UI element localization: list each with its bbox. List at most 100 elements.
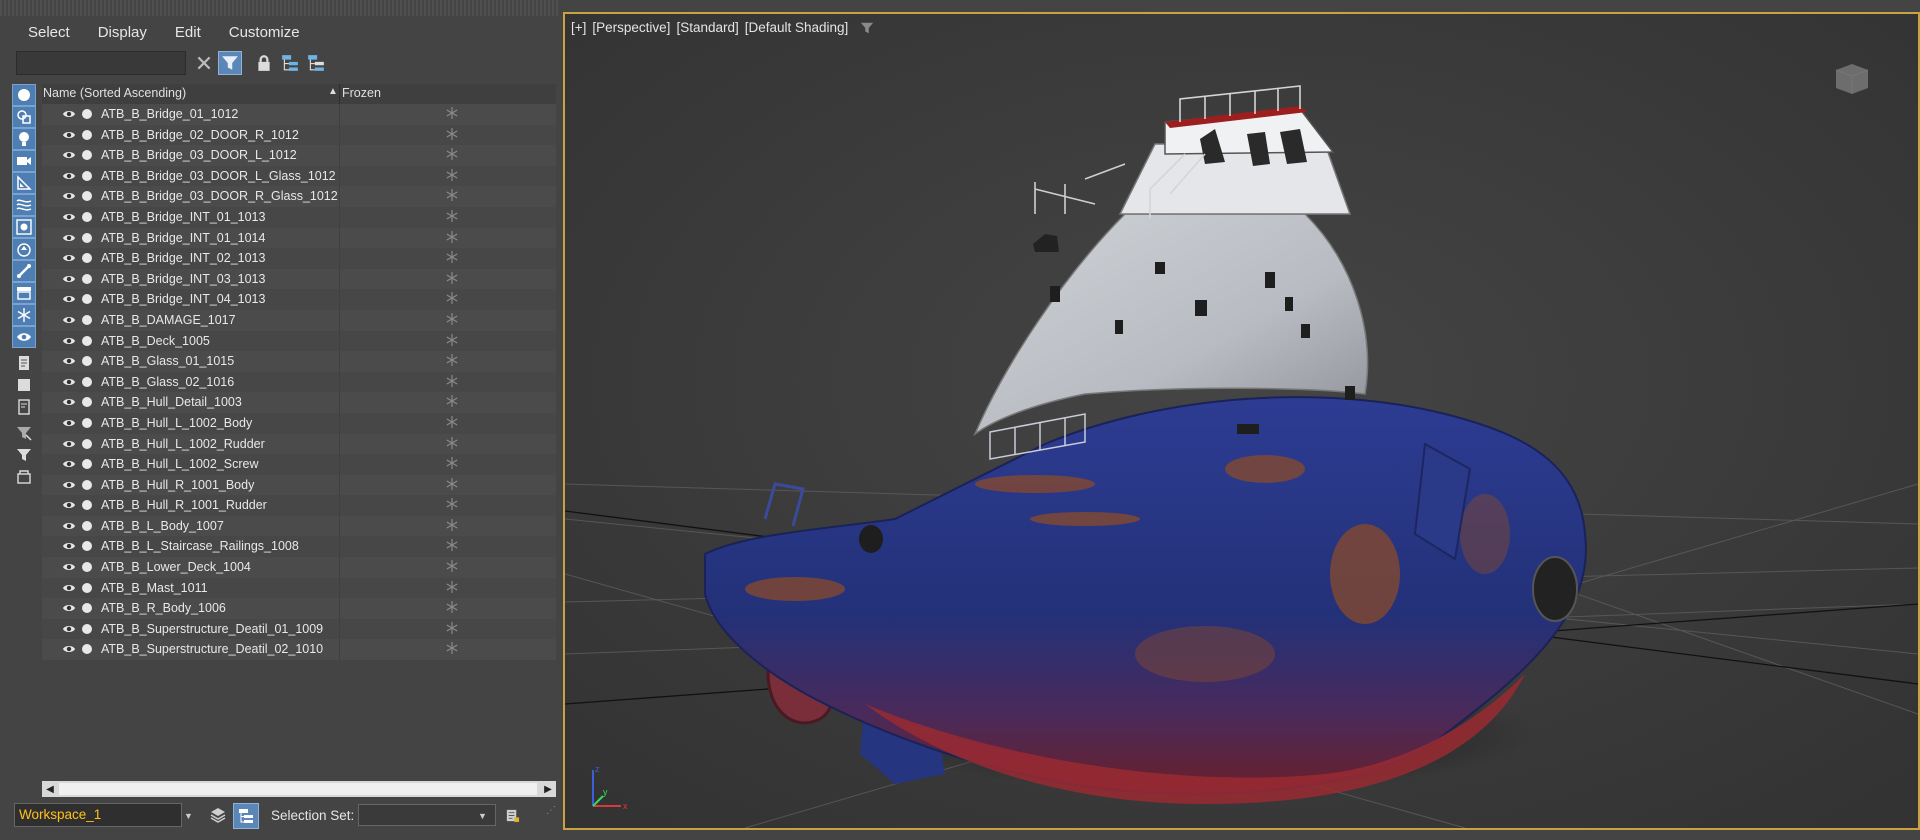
filter-funnel-icon[interactable] — [860, 21, 874, 35]
viewport-general-menu[interactable]: [+] — [571, 20, 586, 35]
frozen-snowflake-icon[interactable] — [446, 127, 458, 140]
object-name[interactable]: ATB_B_Bridge_02_DOOR_R_1012 — [101, 128, 299, 142]
sort-by-hierarchy-button[interactable] — [233, 803, 259, 829]
frozen-snowflake-icon[interactable] — [446, 560, 458, 573]
list-item[interactable]: ATB_B_Bridge_03_DOOR_R_Glass_1012 — [42, 186, 556, 207]
chevron-down-icon[interactable]: ▼ — [184, 811, 193, 821]
sort-by-layers-button[interactable] — [207, 804, 229, 826]
object-name[interactable]: ATB_B_Bridge_INT_02_1013 — [101, 251, 265, 265]
perspective-viewport[interactable]: [+] [Perspective] [Standard] [Default Sh… — [563, 12, 1920, 830]
visibility-eye-icon[interactable] — [62, 293, 76, 305]
list-item[interactable]: ATB_B_Bridge_01_1012 — [42, 104, 556, 125]
visibility-eye-icon[interactable] — [62, 314, 76, 326]
filter-funnel-filter-button[interactable] — [12, 422, 36, 444]
workspace-dropdown[interactable]: Workspace_1 — [14, 803, 182, 827]
resize-grip-icon[interactable]: ⋰ — [546, 805, 556, 816]
menu-select[interactable]: Select — [14, 22, 84, 46]
frozen-snowflake-icon[interactable] — [446, 209, 458, 222]
object-name[interactable]: ATB_B_DAMAGE_1017 — [101, 313, 236, 327]
frozen-snowflake-icon[interactable] — [446, 271, 458, 284]
visibility-eye-icon[interactable] — [62, 561, 76, 573]
filter-filter-button[interactable] — [12, 444, 36, 466]
hierarchy-select-dependents-button[interactable] — [304, 51, 328, 75]
frozen-snowflake-icon[interactable] — [446, 312, 458, 325]
frozen-snowflake-icon[interactable] — [446, 436, 458, 449]
object-name[interactable]: ATB_B_Hull_R_1001_Body — [101, 478, 254, 492]
visibility-eye-icon[interactable] — [62, 376, 76, 388]
visibility-eye-icon[interactable] — [62, 540, 76, 552]
object-name[interactable]: ATB_B_Hull_L_1002_Body — [101, 416, 252, 430]
list-item[interactable]: ATB_B_Bridge_INT_03_1013 — [42, 268, 556, 290]
frozen-snowflake-icon[interactable] — [446, 189, 458, 202]
object-name[interactable]: ATB_B_Lower_Deck_1004 — [101, 560, 251, 574]
list-item[interactable]: ATB_B_Bridge_02_DOOR_R_1012 — [42, 124, 556, 146]
object-name[interactable]: ATB_B_Mast_1011 — [101, 581, 208, 595]
object-name[interactable]: ATB_B_Superstructure_Deatil_02_1010 — [101, 642, 323, 656]
frozen-snowflake-icon[interactable] — [446, 333, 458, 346]
group-filter-button[interactable] — [12, 216, 36, 238]
list-item[interactable]: ATB_B_Hull_R_1001_Rudder — [42, 495, 556, 516]
list-item[interactable]: ATB_B_L_Body_1007 — [42, 515, 556, 537]
list-item[interactable]: ATB_B_Bridge_INT_01_1014 — [42, 227, 556, 249]
object-name[interactable]: ATB_B_Bridge_INT_01_1013 — [101, 210, 265, 224]
frozen-snowflake-icon[interactable] — [446, 107, 458, 119]
camera-filter-button[interactable] — [12, 150, 36, 172]
filter-toggle-button[interactable] — [218, 51, 242, 75]
object-name[interactable]: ATB_B_L_Body_1007 — [101, 519, 224, 533]
visibility-eye-icon[interactable] — [62, 396, 76, 408]
object-name[interactable]: ATB_B_Hull_Detail_1003 — [101, 395, 242, 409]
visibility-eye-icon[interactable] — [62, 520, 76, 532]
column-divider[interactable] — [339, 84, 340, 104]
viewport-point-of-view-menu[interactable]: [Perspective] — [592, 20, 670, 35]
list-item[interactable]: ATB_B_Mast_1011 — [42, 577, 556, 599]
viewcube-icon[interactable] — [1830, 60, 1874, 96]
visibility-eye-icon[interactable] — [62, 190, 76, 202]
frozen-snowflake-icon[interactable] — [446, 292, 458, 305]
list-item[interactable]: ATB_B_Hull_L_1002_Rudder — [42, 433, 556, 455]
column-header-name[interactable]: Name (Sorted Ascending) — [43, 86, 186, 100]
frozen-snowflake-icon[interactable] — [446, 518, 458, 531]
doc2-filter-button[interactable] — [12, 396, 36, 418]
visibility-eye-icon[interactable] — [62, 335, 76, 347]
hierarchy-select-children-button[interactable] — [278, 51, 302, 75]
list-item[interactable]: ATB_B_Superstructure_Deatil_01_1009 — [42, 618, 556, 640]
scrollbar-thumb[interactable] — [59, 783, 537, 795]
visibility-eye-icon[interactable] — [62, 479, 76, 491]
object-name[interactable]: ATB_B_Glass_02_1016 — [101, 375, 234, 389]
list-item[interactable]: ATB_B_Hull_Detail_1003 — [42, 392, 556, 413]
frozen-filter-button[interactable] — [12, 304, 36, 326]
list-item[interactable]: ATB_B_Bridge_03_DOOR_L_Glass_1012 — [42, 165, 556, 187]
object-name[interactable]: ATB_B_Bridge_INT_04_1013 — [101, 292, 265, 306]
list-item[interactable]: ATB_B_Bridge_INT_04_1013 — [42, 289, 556, 310]
column-header-frozen[interactable]: Frozen — [342, 86, 381, 100]
list-item[interactable]: ATB_B_Bridge_INT_01_1013 — [42, 206, 556, 228]
frozen-snowflake-icon[interactable] — [446, 498, 458, 511]
visibility-eye-icon[interactable] — [62, 149, 76, 161]
frozen-snowflake-icon[interactable] — [446, 374, 458, 387]
frozen-snowflake-icon[interactable] — [446, 168, 458, 181]
frozen-snowflake-icon[interactable] — [446, 395, 458, 408]
edit-selection-sets-button[interactable] — [502, 805, 522, 825]
light-filter-button[interactable] — [12, 128, 36, 150]
object-name[interactable]: ATB_B_Glass_01_1015 — [101, 354, 234, 368]
menu-edit[interactable]: Edit — [161, 22, 215, 46]
list-item[interactable]: ATB_B_Deck_1005 — [42, 330, 556, 352]
lock-button[interactable] — [252, 51, 276, 75]
list-item[interactable]: ATB_B_Bridge_INT_02_1013 — [42, 248, 556, 269]
frozen-snowflake-icon[interactable] — [446, 642, 458, 655]
bone-filter-button[interactable] — [12, 260, 36, 282]
visibility-eye-icon[interactable] — [62, 499, 76, 511]
box-filter-button[interactable] — [12, 466, 36, 488]
frozen-snowflake-icon[interactable] — [446, 477, 458, 490]
panel-drag-grip[interactable] — [0, 0, 560, 16]
list-item[interactable]: ATB_B_Hull_L_1002_Body — [42, 412, 556, 434]
visibility-eye-icon[interactable] — [62, 623, 76, 635]
visibility-eye-icon[interactable] — [62, 582, 76, 594]
visibility-eye-icon[interactable] — [62, 232, 76, 244]
doc-filter-button[interactable] — [12, 352, 36, 374]
object-name[interactable]: ATB_B_Deck_1005 — [101, 334, 210, 348]
list-item[interactable]: ATB_B_Hull_L_1002_Screw — [42, 454, 556, 475]
list-item[interactable]: ATB_B_Bridge_03_DOOR_L_1012 — [42, 145, 556, 166]
sphere-filter-button[interactable] — [12, 84, 36, 106]
object-name[interactable]: ATB_B_Bridge_03_DOOR_L_Glass_1012 — [101, 169, 336, 183]
